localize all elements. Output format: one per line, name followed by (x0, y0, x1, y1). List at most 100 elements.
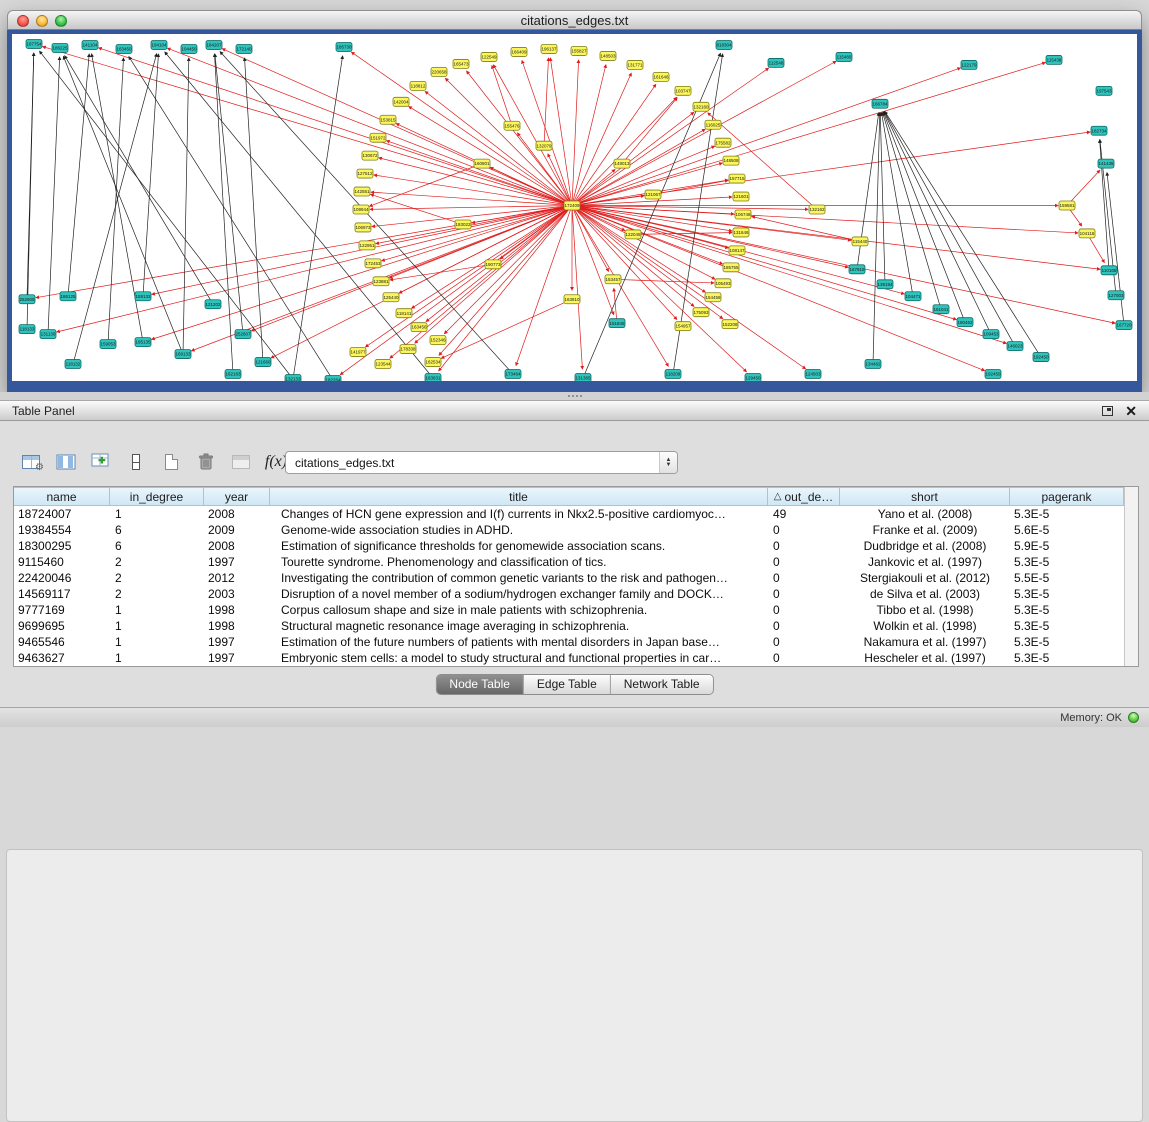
table-row[interactable]: 946554611997Estimation of the future num… (14, 634, 1124, 650)
network-node[interactable]: 185755 (723, 263, 739, 272)
network-node[interactable]: 148503 (600, 51, 616, 60)
table-row[interactable]: 946362711997Embryonic stem cells: a mode… (14, 650, 1124, 666)
network-edge[interactable] (614, 288, 617, 323)
network-node[interactable]: 167919 (849, 265, 865, 274)
network-edge[interactable] (572, 63, 1045, 206)
network-edge[interactable] (215, 54, 233, 374)
network-canvas[interactable]: 1724092206581188121420041538151519721306… (12, 34, 1137, 381)
network-node[interactable]: 153815 (380, 115, 396, 124)
network-node[interactable]: 172453 (365, 259, 381, 268)
table-source-dropdown[interactable]: citations_edges.txt ▲▼ (285, 451, 678, 474)
network-edge[interactable] (572, 206, 582, 370)
network-node[interactable]: 125440 (383, 293, 399, 302)
network-edge[interactable] (572, 97, 677, 205)
network-edge[interactable] (873, 113, 880, 364)
network-edge[interactable] (572, 206, 746, 372)
network-node[interactable]: 130672 (362, 151, 378, 160)
network-node[interactable]: 122549 (481, 52, 497, 61)
network-edge[interactable] (99, 48, 572, 206)
network-edge[interactable] (622, 98, 677, 164)
network-node[interactable]: 172409 (564, 201, 580, 210)
network-edge[interactable] (572, 68, 769, 205)
network-node[interactable]: 104450 (181, 44, 197, 53)
network-node[interactable]: 153457 (605, 275, 621, 284)
network-edge[interactable] (572, 68, 961, 206)
network-edge[interactable] (27, 53, 34, 299)
table-row[interactable]: 1456911722003Disruption of a novel membe… (14, 586, 1124, 602)
network-edge[interactable] (390, 264, 493, 280)
network-edge[interactable] (880, 113, 885, 285)
network-node[interactable]: 155827 (571, 46, 587, 55)
network-edge[interactable] (415, 206, 572, 344)
network-edge[interactable] (572, 84, 656, 205)
tab-edge-table[interactable]: Edge Table (524, 675, 611, 694)
split-divider[interactable] (0, 392, 1149, 400)
zoom-window-button[interactable] (55, 15, 67, 27)
float-panel-icon[interactable] (1102, 406, 1113, 416)
network-edge[interactable] (351, 52, 572, 205)
network-node[interactable]: 166784 (872, 99, 888, 108)
network-node[interactable]: 121660 (255, 358, 271, 367)
network-node[interactable]: 141104 (82, 40, 98, 49)
network-node[interactable]: 122179 (961, 60, 977, 69)
table-mode-icon[interactable]: ⚙ (18, 449, 44, 475)
network-node[interactable]: 122951 (359, 241, 375, 250)
network-node[interactable]: 105493 (715, 279, 731, 288)
network-node[interactable]: 190773 (485, 260, 501, 269)
column-header-pagerank[interactable]: pagerank (1009, 487, 1124, 506)
network-node[interactable]: 121601 (733, 192, 749, 201)
network-edge[interactable] (390, 206, 572, 359)
network-edge[interactable] (409, 106, 572, 205)
network-node[interactable]: 118812 (410, 81, 426, 90)
show-columns-icon[interactable] (53, 449, 79, 475)
network-node[interactable]: 148013 (614, 159, 630, 168)
network-node[interactable]: 183022 (455, 220, 471, 229)
network-node[interactable]: 132133 (285, 375, 301, 381)
network-node[interactable]: 124503 (805, 370, 821, 379)
network-node[interactable]: 115480 (836, 52, 852, 61)
close-window-button[interactable] (17, 15, 29, 27)
network-edge[interactable] (492, 65, 512, 125)
network-node[interactable]: 121202 (205, 300, 221, 309)
network-node[interactable]: 252607 (235, 330, 251, 339)
network-node[interactable]: 195135 (135, 338, 151, 347)
network-edge[interactable] (572, 206, 677, 320)
network-node[interactable]: 186225 (52, 43, 68, 52)
network-edge[interactable] (572, 206, 956, 320)
network-node[interactable]: 118132 (65, 360, 81, 369)
network-node[interactable]: 818304 (716, 40, 732, 49)
network-node[interactable]: 139194 (877, 280, 893, 289)
trash-icon[interactable] (193, 449, 219, 475)
network-node[interactable]: 127512 (357, 169, 373, 178)
column-header-out_de[interactable]: △out_de… (767, 487, 840, 506)
window-titlebar[interactable]: citations_edges.txt (7, 10, 1142, 30)
network-node[interactable]: 169133 (175, 350, 191, 359)
network-node[interactable]: 252605 (19, 295, 35, 304)
network-node[interactable]: 108147 (729, 246, 745, 255)
network-node[interactable]: 109453 (983, 330, 999, 339)
network-node[interactable]: 192450 (985, 370, 1001, 379)
column-header-title[interactable]: title (269, 487, 768, 506)
network-node[interactable]: 146023 (1007, 342, 1023, 351)
network-node[interactable]: 131130 (40, 330, 56, 339)
network-edge[interactable] (550, 58, 572, 206)
network-node[interactable]: 104116 (1079, 229, 1095, 238)
network-node[interactable]: 173464 (505, 370, 521, 379)
network-edge[interactable] (633, 233, 732, 235)
network-node[interactable]: 159133 (135, 292, 151, 301)
network-node[interactable]: 196137 (541, 44, 557, 53)
network-node[interactable]: 165473 (453, 59, 469, 68)
network-node[interactable]: 163456 (411, 323, 427, 332)
network-edge[interactable] (653, 180, 728, 194)
table-row[interactable]: 2242004622012Investigating the contribut… (14, 570, 1124, 586)
network-node[interactable]: 106748 (735, 210, 751, 219)
network-node[interactable]: 151972 (370, 133, 386, 142)
network-node[interactable]: 163450 (116, 44, 132, 53)
network-node[interactable]: 142004 (393, 97, 409, 106)
network-node[interactable]: 161646 (653, 72, 669, 81)
network-node[interactable]: 162183 (225, 370, 241, 379)
network-edge[interactable] (572, 206, 1115, 324)
network-node[interactable]: 142551 (354, 187, 370, 196)
network-node[interactable]: 131771 (627, 60, 643, 69)
network-edge[interactable] (183, 58, 189, 354)
